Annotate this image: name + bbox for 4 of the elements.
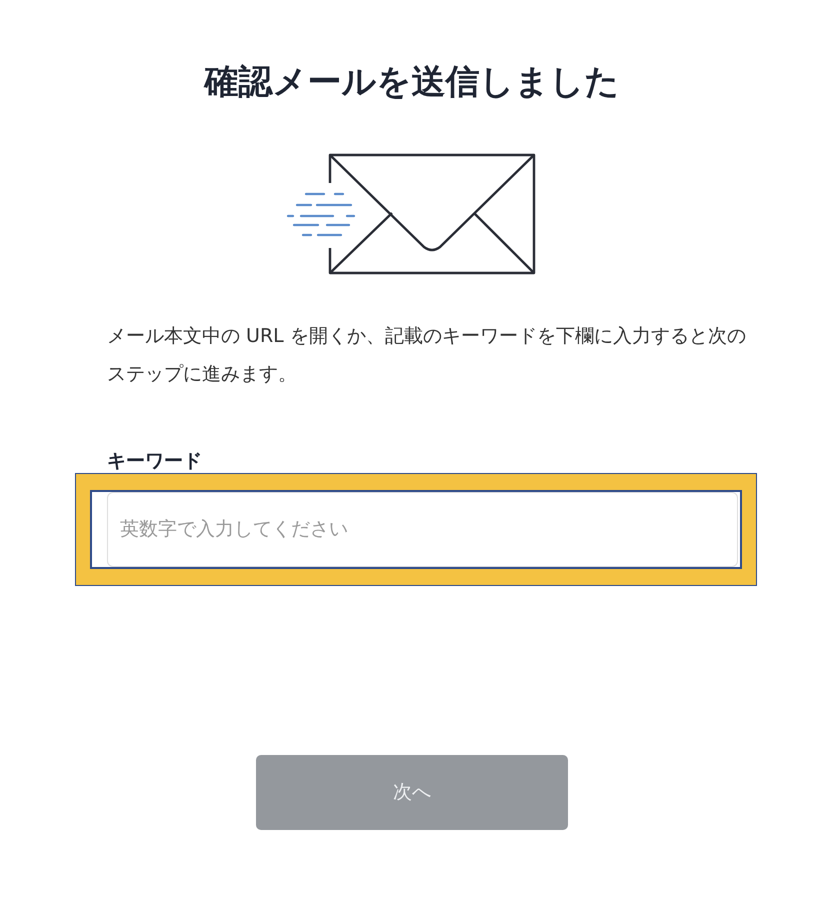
- keyword-input-field[interactable]: 英数字で入力してください: [107, 492, 738, 567]
- page-title: 確認メールを送信しました: [202, 62, 620, 103]
- keyword-label: キーワード: [107, 450, 203, 473]
- instruction-text: メール本文中の URL を開くか、記載のキーワードを下欄に入力すると次のステップに進みます。: [107, 324, 747, 387]
